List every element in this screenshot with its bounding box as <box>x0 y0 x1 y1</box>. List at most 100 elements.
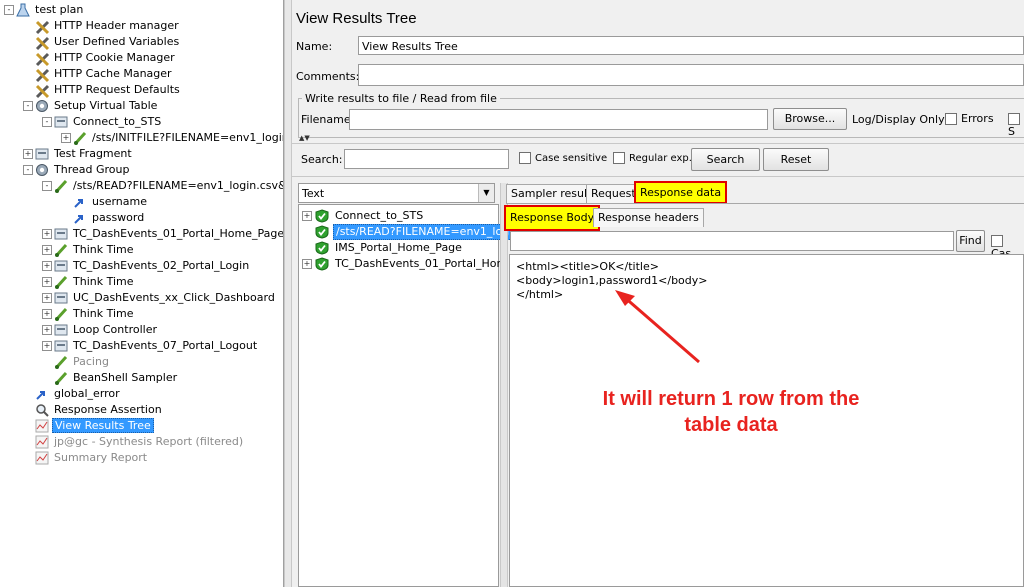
successes-checkbox[interactable]: S <box>1008 112 1024 138</box>
controller-icon <box>54 115 68 129</box>
renderer-select[interactable]: Text ▼ <box>298 183 495 203</box>
tree-node[interactable]: test plan <box>16 2 85 18</box>
tab-response-data[interactable]: Response data <box>634 181 728 204</box>
tree-node[interactable]: username <box>73 194 149 210</box>
collapse-icon[interactable]: - <box>42 117 52 127</box>
tree-node[interactable]: TC_DashEvents_02_Portal_Login <box>54 258 251 274</box>
tab-response-headers[interactable]: Response headers <box>593 208 704 227</box>
graph-icon <box>35 451 49 465</box>
sampler-icon <box>54 275 68 290</box>
tree-node-label: Think Time <box>73 275 134 288</box>
tree-node[interactable]: HTTP Header manager <box>35 18 181 35</box>
successes-checkbox-label: S <box>1008 125 1015 138</box>
success-check-icon <box>315 241 329 255</box>
graph-icon <box>35 419 49 433</box>
tree-node[interactable]: Pacing <box>54 354 111 370</box>
tree-node[interactable]: UC_DashEvents_xx_Click_Dashboard <box>54 290 277 306</box>
expand-icon[interactable]: + <box>42 309 52 319</box>
result-item-label: TC_DashEvents_01_Portal_Hom <box>335 257 508 270</box>
errors-checkbox[interactable]: Errors <box>945 112 994 125</box>
expand-icon[interactable]: + <box>23 149 33 159</box>
panel-title: View Results Tree <box>296 10 417 27</box>
tree-node[interactable]: Thread Group <box>35 162 131 178</box>
tree-node[interactable]: password <box>73 210 146 226</box>
expand-icon[interactable]: + <box>42 293 52 303</box>
expand-icon[interactable]: + <box>42 261 52 271</box>
collapse-icon[interactable]: - <box>23 165 33 175</box>
tree-node[interactable]: TC_DashEvents_01_Portal_Home_Page <box>54 226 283 242</box>
result-item-label: Connect_to_STS <box>335 209 424 222</box>
find-input[interactable] <box>510 231 954 251</box>
controller-icon <box>54 259 68 273</box>
sampler-icon <box>54 307 68 322</box>
dropdown-arrow-icon[interactable]: ▼ <box>478 184 494 202</box>
regex-checkbox-box[interactable] <box>613 152 625 164</box>
tree-node[interactable]: TC_DashEvents_07_Portal_Logout <box>54 338 259 354</box>
tree-node[interactable]: HTTP Request Defaults <box>35 82 182 99</box>
tree-node[interactable]: User Defined Variables <box>35 34 181 51</box>
tree-node[interactable]: BeanShell Sampler <box>54 370 179 386</box>
tree-node[interactable]: Test Fragment <box>35 146 134 162</box>
reset-button[interactable]: Reset <box>763 148 829 171</box>
tree-node[interactable]: View Results Tree <box>35 418 154 434</box>
tree-node-label: Thread Group <box>54 163 130 176</box>
tree-node[interactable]: Think Time <box>54 242 136 258</box>
response-line: </html> <box>516 288 564 301</box>
tree-node[interactable]: Loop Controller <box>54 322 159 338</box>
expand-icon[interactable]: + <box>42 277 52 287</box>
tree-node[interactable]: global_error <box>35 386 122 402</box>
tree-node[interactable]: Summary Report <box>35 450 149 466</box>
find-case-checkbox-box[interactable] <box>991 235 1003 247</box>
tree-node-label: UC_DashEvents_xx_Click_Dashboard <box>73 291 275 304</box>
expand-icon[interactable]: + <box>42 229 52 239</box>
case-sensitive-checkbox[interactable]: Case sensitive <box>519 152 607 164</box>
regex-checkbox[interactable]: Regular exp. <box>613 152 692 164</box>
case-sensitive-checkbox-box[interactable] <box>519 152 531 164</box>
tree-node[interactable]: Connect_to_STS <box>54 114 163 130</box>
tree-node-label: /sts/INITFILE?FILENAME=env1_login. <box>92 131 284 144</box>
expand-icon[interactable]: + <box>302 211 312 221</box>
splitter-up-icon[interactable]: ▲▼ <box>299 134 310 142</box>
tree-node[interactable]: Setup Virtual Table <box>35 98 159 114</box>
tab-response-body[interactable]: Response Body <box>504 205 601 231</box>
toolbar-separator <box>291 143 1024 144</box>
search-input[interactable] <box>344 149 509 169</box>
tree-node-label: Pacing <box>73 355 109 368</box>
tree-node[interactable]: Response Assertion <box>35 402 164 418</box>
name-field[interactable]: View Results Tree <box>358 36 1024 55</box>
tree-node[interactable]: HTTP Cache Manager <box>35 66 174 83</box>
tree-node[interactable]: HTTP Cookie Manager <box>35 50 177 67</box>
successes-checkbox-box[interactable] <box>1008 113 1020 125</box>
tree-node[interactable]: /sts/INITFILE?FILENAME=env1_login. <box>73 130 284 146</box>
expand-icon[interactable]: + <box>42 341 52 351</box>
results-divider[interactable] <box>500 183 508 587</box>
tree-node[interactable]: jp@gc - Synthesis Report (filtered) <box>35 434 245 450</box>
test-plan-tree[interactable]: test plan - HTTP Header manager User Define… <box>0 0 284 587</box>
success-check-icon <box>315 209 329 223</box>
find-button[interactable]: Find <box>956 230 985 252</box>
expand-icon[interactable]: + <box>61 133 71 143</box>
tab-request[interactable]: Request <box>586 184 641 203</box>
tree-node[interactable]: /sts/READ?FILENAME=env1_login.csv&RE <box>54 178 283 194</box>
tree-node[interactable]: Think Time <box>54 306 136 322</box>
collapse-icon[interactable]: - <box>42 181 52 191</box>
results-list[interactable]: + Connect_to_STS/sts/READ?FILENAME=env1_l… <box>298 204 513 587</box>
tree-node[interactable]: Think Time <box>54 274 136 290</box>
expand-icon[interactable]: + <box>42 325 52 335</box>
filename-field[interactable] <box>349 109 768 130</box>
comments-field[interactable] <box>358 64 1024 86</box>
search-separator <box>291 176 1024 177</box>
result-item-label: IMS_Portal_Home_Page <box>335 241 462 254</box>
tab-sampler-result[interactable]: Sampler result <box>506 184 597 203</box>
collapse-icon[interactable]: - <box>4 5 14 15</box>
search-button[interactable]: Search <box>691 148 760 171</box>
errors-checkbox-box[interactable] <box>945 113 957 125</box>
response-line: <html><title>OK</title> <box>516 260 659 273</box>
browse-button[interactable]: Browse... <box>773 108 847 130</box>
tree-node-label: password <box>92 211 145 224</box>
collapse-icon[interactable]: - <box>23 101 33 111</box>
tree-node-label: User Defined Variables <box>54 35 180 48</box>
errors-checkbox-label: Errors <box>961 112 994 125</box>
expand-icon[interactable]: + <box>302 259 312 269</box>
expand-icon[interactable]: + <box>42 245 52 255</box>
